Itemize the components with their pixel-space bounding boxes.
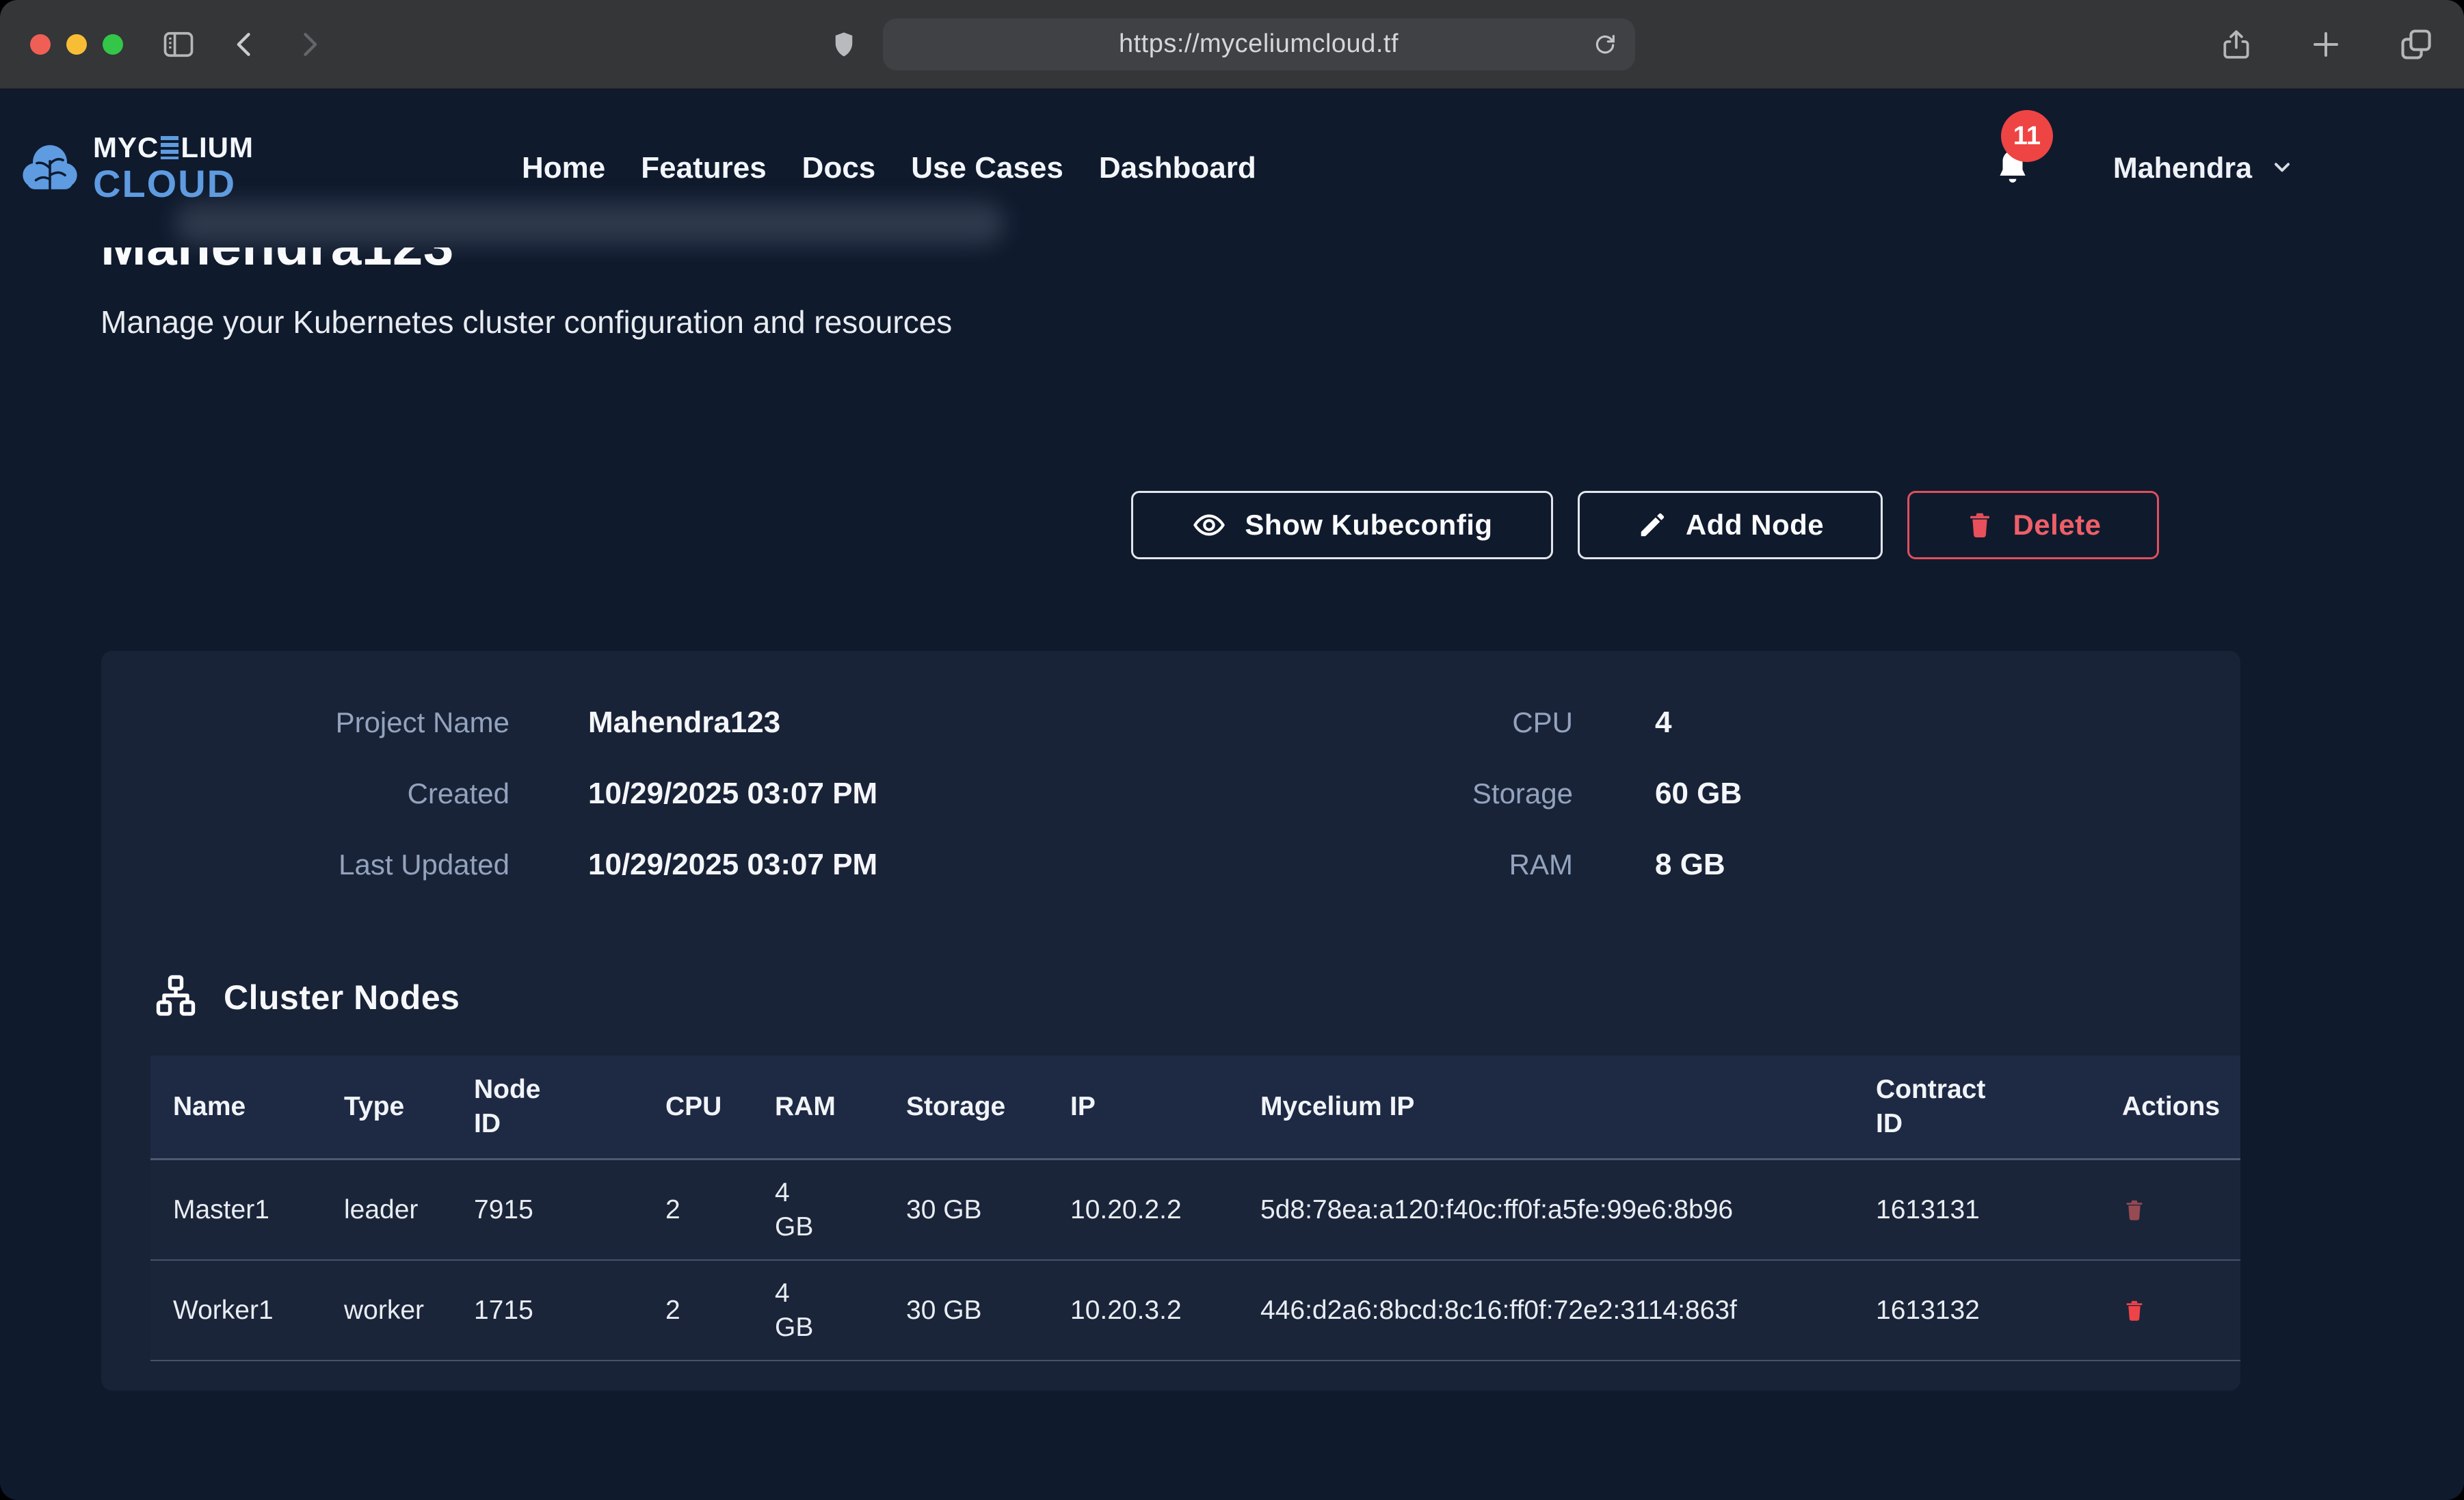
- storage-label: Storage: [1134, 777, 1573, 810]
- page-title: Mahendra123: [101, 247, 454, 278]
- forward-icon[interactable]: [294, 27, 324, 62]
- nav-link-use-cases[interactable]: Use Cases: [911, 151, 1063, 185]
- cell-ip: 10.20.2.2: [1048, 1160, 1238, 1259]
- cell-ram: 4 GB: [752, 1261, 884, 1360]
- delete-node-button-master1[interactable]: [2122, 1196, 2147, 1224]
- col-header-mycelium-ip: Mycelium IP: [1238, 1056, 1853, 1158]
- browser-window: https://myceliumcloud.tf: [0, 0, 2464, 1500]
- brand-logo[interactable]: MYC LIUM CLOUD: [18, 133, 254, 203]
- last-updated-value: 10/29/2025 03:07 PM: [588, 848, 1134, 882]
- delete-cluster-button[interactable]: Delete: [1907, 491, 2159, 559]
- minimize-window-button[interactable]: [66, 34, 87, 55]
- cell-node-id: 1715: [451, 1261, 643, 1360]
- cell-mycelium-ip: 5d8:78ea:a120:f40c:ff0f:a5fe:99e6:8b96: [1238, 1160, 1853, 1259]
- cell-type: worker: [321, 1261, 451, 1360]
- cell-storage: 30 GB: [884, 1160, 1048, 1259]
- url-text: https://myceliumcloud.tf: [1119, 29, 1399, 59]
- col-header-contract-id: Contract ID: [1853, 1056, 2099, 1158]
- window-controls: [30, 34, 123, 55]
- nav-link-features[interactable]: Features: [641, 151, 766, 185]
- col-header-name: Name: [150, 1056, 321, 1158]
- nodes-table-header: Name Type Node ID CPU RAM Storage IP Myc…: [150, 1056, 2240, 1160]
- cell-cpu: 2: [643, 1261, 752, 1360]
- cell-cpu: 2: [643, 1160, 752, 1259]
- cell-mycelium-ip: 446:d2a6:8bcd:8c16:ff0f:72e2:3114:863f: [1238, 1261, 1853, 1360]
- ram-value: 8 GB: [1655, 848, 1742, 882]
- brand-e-glyph: [161, 136, 178, 159]
- delete-node-button-worker1[interactable]: [2122, 1297, 2147, 1324]
- cluster-nodes-heading: Cluster Nodes: [153, 972, 460, 1022]
- close-window-button[interactable]: [30, 34, 51, 55]
- col-header-node-id: Node ID: [451, 1056, 643, 1158]
- main-navigation: Home Features Docs Use Cases Dashboard: [522, 151, 1256, 185]
- brand-line2: CLOUD: [93, 165, 254, 203]
- col-header-type: Type: [321, 1056, 451, 1158]
- ram-label: RAM: [1134, 848, 1573, 881]
- eye-icon: [1191, 507, 1227, 543]
- page-content: Mahendra123 MYC: [0, 89, 2464, 1500]
- nav-link-home[interactable]: Home: [522, 151, 605, 185]
- address-bar[interactable]: https://myceliumcloud.tf: [883, 18, 1635, 70]
- cluster-details-panel: Project Name Mahendra123 Created 10/29/2…: [101, 651, 2240, 1391]
- nodes-table: Name Type Node ID CPU RAM Storage IP Myc…: [150, 1056, 2240, 1361]
- col-header-storage: Storage: [884, 1056, 1048, 1158]
- cell-name: Worker1: [150, 1261, 321, 1360]
- cluster-actions: Show Kubeconfig Add Node Delete: [1131, 491, 2159, 559]
- cpu-value: 4: [1655, 706, 1742, 740]
- cell-name: Master1: [150, 1160, 321, 1259]
- nav-link-docs[interactable]: Docs: [802, 151, 876, 185]
- back-icon[interactable]: [230, 27, 260, 62]
- created-label: Created: [101, 777, 509, 810]
- table-row-master1: Master1 leader 7915 2 4 GB 30 GB 10.20.2…: [150, 1160, 2240, 1261]
- cell-contract-id: 1613132: [1853, 1261, 2099, 1360]
- cell-node-id: 7915: [451, 1160, 643, 1259]
- show-kubeconfig-button[interactable]: Show Kubeconfig: [1131, 491, 1553, 559]
- cell-contract-id: 1613131: [1853, 1160, 2099, 1259]
- cpu-label: CPU: [1134, 706, 1573, 739]
- notification-badge: 11: [2001, 110, 2053, 162]
- cell-ram: 4 GB: [752, 1160, 884, 1259]
- network-hierarchy-icon: [153, 972, 199, 1022]
- privacy-shield-icon[interactable]: [830, 25, 858, 64]
- cluster-info: Project Name Mahendra123 Created 10/29/2…: [101, 706, 2240, 882]
- col-header-actions: Actions: [2099, 1056, 2240, 1158]
- add-node-button[interactable]: Add Node: [1578, 491, 1883, 559]
- user-name: Mahendra: [2113, 152, 2252, 185]
- trash-icon: [2122, 1297, 2147, 1324]
- reload-icon[interactable]: [1591, 29, 1619, 59]
- cloud-logo-icon: [18, 139, 82, 198]
- cell-ip: 10.20.3.2: [1048, 1261, 1238, 1360]
- notifications-button[interactable]: 11: [1993, 146, 2032, 191]
- chevron-down-icon: [2270, 155, 2294, 183]
- col-header-ram: RAM: [752, 1056, 884, 1158]
- zoom-window-button[interactable]: [103, 34, 123, 55]
- nav-link-dashboard[interactable]: Dashboard: [1099, 151, 1256, 185]
- tab-overview-icon[interactable]: [2398, 27, 2434, 62]
- brand-line1: MYC LIUM: [93, 133, 254, 162]
- trash-icon: [1965, 509, 1995, 541]
- share-icon[interactable]: [2219, 24, 2253, 65]
- site-navbar: MYC LIUM CLOUD Home Features Docs Use Ca…: [0, 89, 2464, 247]
- pencil-icon: [1637, 509, 1668, 541]
- new-tab-icon[interactable]: [2309, 28, 2342, 61]
- storage-value: 60 GB: [1655, 777, 1742, 811]
- sidebar-toggle-icon[interactable]: [159, 27, 198, 62]
- project-name-value: Mahendra123: [588, 706, 1134, 740]
- cell-type: leader: [321, 1160, 451, 1259]
- browser-toolbar: https://myceliumcloud.tf: [0, 0, 2464, 89]
- history-navigation: [230, 27, 324, 62]
- table-row-worker1: Worker1 worker 1715 2 4 GB 30 GB 10.20.3…: [150, 1261, 2240, 1361]
- page-subtitle: Manage your Kubernetes cluster configura…: [101, 304, 952, 340]
- last-updated-label: Last Updated: [101, 848, 509, 881]
- user-menu[interactable]: Mahendra: [2113, 152, 2294, 185]
- scroll-blur-artifact: [174, 202, 1005, 245]
- col-header-ip: IP: [1048, 1056, 1238, 1158]
- project-name-label: Project Name: [101, 706, 509, 739]
- trash-icon: [2122, 1196, 2147, 1224]
- created-value: 10/29/2025 03:07 PM: [588, 777, 1134, 811]
- col-header-cpu: CPU: [643, 1056, 752, 1158]
- cell-storage: 30 GB: [884, 1261, 1048, 1360]
